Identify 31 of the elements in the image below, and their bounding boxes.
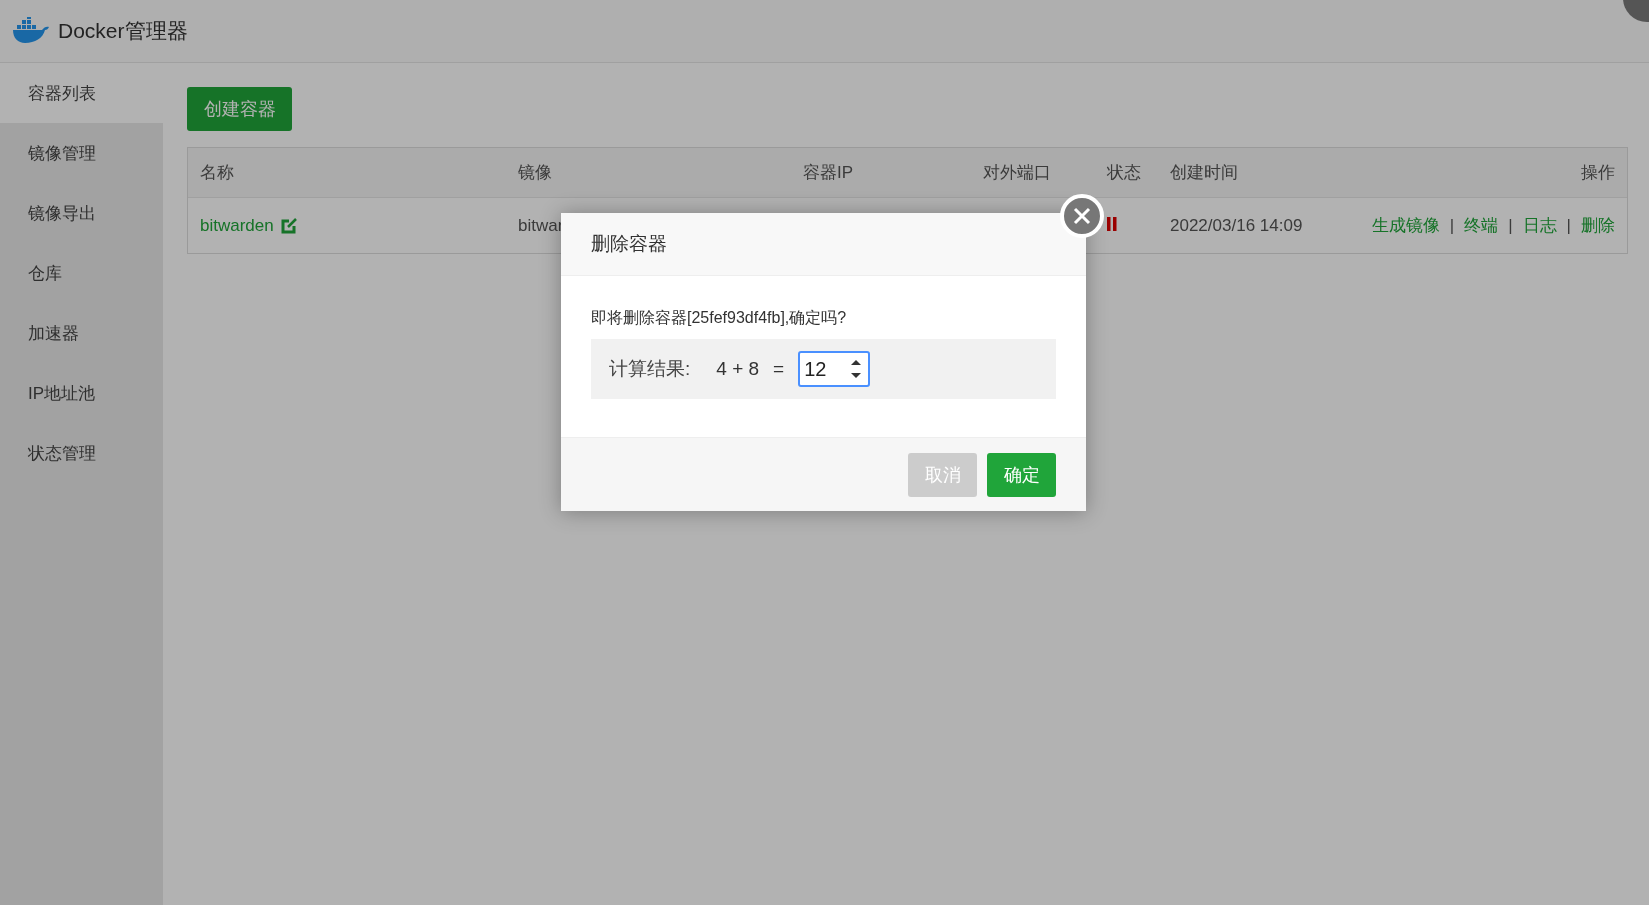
captcha-label: 计算结果: — [609, 357, 691, 381]
column-header: 操作 — [1581, 162, 1615, 184]
table-cell-text: 2022/03/16 14:09 — [1170, 215, 1304, 236]
column-header: 对外端口 — [983, 162, 1052, 184]
separator: | — [1566, 215, 1571, 236]
column-header: 状态 — [1107, 162, 1142, 184]
column-header: 容器IP — [803, 162, 855, 184]
dialog-title: 删除容器 — [591, 232, 667, 256]
action-link[interactable]: 终端 — [1464, 214, 1499, 237]
action-link[interactable]: 生成镜像 — [1371, 214, 1440, 237]
column-header: 名称 — [200, 162, 235, 184]
captcha-expression: 4 + 8 — [716, 358, 760, 380]
column-header: 创建时间 — [1170, 162, 1239, 184]
container-name-link[interactable]: bitwarden — [200, 215, 274, 236]
edit-icon[interactable] — [279, 216, 298, 235]
dialog-message: 即将删除容器[25fef93df4fb],确定吗? — [591, 308, 848, 328]
whale-logo-icon — [12, 17, 50, 45]
separator: | — [1508, 215, 1513, 236]
sidebar-item[interactable]: 容器列表 — [0, 63, 163, 123]
pause-icon — [1107, 216, 1117, 231]
app-title: Docker管理器 — [58, 18, 188, 44]
equals-sign: = — [773, 358, 785, 380]
action-link[interactable]: 删除 — [1581, 214, 1615, 237]
answer-field[interactable]: 12 — [798, 351, 871, 387]
column-header: 镜像 — [518, 162, 553, 184]
close-icon — [1072, 206, 1092, 226]
confirm-button[interactable]: 确定 — [987, 452, 1056, 497]
table-cell-text: bitwar — [518, 215, 565, 236]
separator: | — [1449, 215, 1455, 236]
action-link[interactable]: 日志 — [1522, 214, 1557, 237]
create-container-button[interactable]: 创建容器 — [187, 87, 292, 131]
